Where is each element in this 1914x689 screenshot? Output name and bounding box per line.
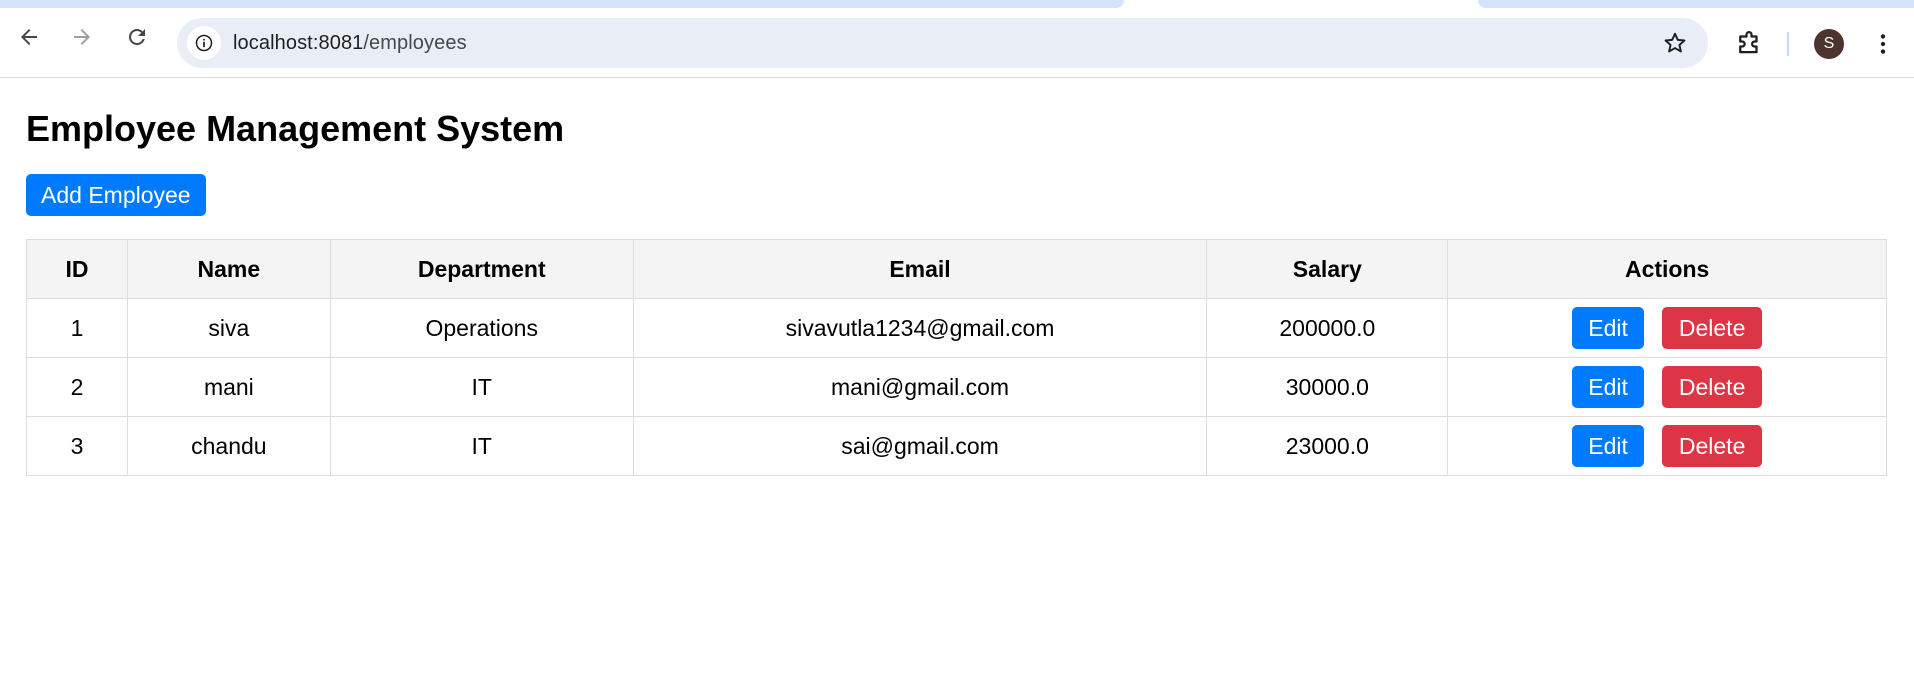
cell-name: mani: [126, 357, 331, 417]
column-header-name: Name: [126, 239, 331, 299]
url-host: localhost:8081: [233, 31, 364, 54]
site-info-button[interactable]: [187, 26, 221, 60]
cell-salary: 23000.0: [1206, 416, 1449, 476]
edit-button[interactable]: Edit: [1572, 307, 1645, 349]
toolbar-divider: [1787, 32, 1789, 56]
forward-button[interactable]: [65, 20, 99, 54]
tab-strip: [0, 0, 1914, 8]
cell-name: chandu: [126, 416, 331, 476]
cell-salary: 200000.0: [1206, 298, 1449, 358]
cell-email: mani@gmail.com: [632, 357, 1208, 417]
arrow-right-icon: [74, 29, 90, 45]
info-icon: [195, 34, 213, 52]
employee-table: ID Name Department Email Salary Actions …: [26, 239, 1887, 476]
table-body: 1 siva Operations sivavutla1234@gmail.co…: [26, 298, 1887, 476]
arrow-left-icon: [21, 29, 37, 45]
cell-salary: 30000.0: [1206, 357, 1449, 417]
add-employee-button[interactable]: Add Employee: [26, 174, 206, 216]
tab-strip-background: [0, 0, 1124, 8]
delete-button[interactable]: Delete: [1662, 425, 1763, 467]
cell-actions: Edit Delete: [1447, 298, 1887, 358]
table-header-row: ID Name Department Email Salary Actions: [26, 239, 1887, 299]
browser-toolbar: localhost:8081/employees S: [0, 8, 1914, 78]
cell-email: sivavutla1234@gmail.com: [632, 298, 1208, 358]
cell-department: Operations: [329, 298, 634, 358]
table-row: 3 chandu IT sai@gmail.com 23000.0 Edit De…: [26, 416, 1887, 476]
tab-strip-background-right: [1478, 0, 1914, 8]
page-content: Employee Management System Add Employee …: [26, 78, 1888, 476]
url-path: /employees: [363, 31, 467, 54]
kebab-menu-icon: [1880, 34, 1886, 54]
back-button[interactable]: [12, 20, 46, 54]
address-bar[interactable]: localhost:8081/employees: [177, 18, 1708, 68]
cell-actions: Edit Delete: [1447, 357, 1887, 417]
cell-department: IT: [329, 357, 634, 417]
column-header-salary: Salary: [1206, 239, 1449, 299]
url-text[interactable]: localhost:8081/employees: [233, 32, 467, 55]
cell-actions: Edit Delete: [1447, 416, 1887, 476]
delete-button[interactable]: Delete: [1662, 366, 1763, 408]
cell-id: 3: [26, 416, 128, 476]
puzzle-icon: [1739, 31, 1758, 54]
edit-button[interactable]: Edit: [1572, 366, 1645, 408]
profile-avatar[interactable]: S: [1814, 29, 1844, 59]
page-title: Employee Management System: [26, 108, 565, 149]
cell-email: sai@gmail.com: [632, 416, 1208, 476]
column-header-actions: Actions: [1447, 239, 1887, 299]
cell-id: 1: [26, 298, 128, 358]
edit-button[interactable]: Edit: [1572, 425, 1645, 467]
column-header-id: ID: [26, 239, 128, 299]
extensions-button[interactable]: [1734, 29, 1764, 59]
bookmark-button[interactable]: [1662, 30, 1688, 56]
delete-button[interactable]: Delete: [1662, 307, 1763, 349]
star-icon: [1664, 32, 1686, 53]
column-header-department: Department: [329, 239, 634, 299]
table-row: 2 mani IT mani@gmail.com 30000.0 Edit Del…: [26, 357, 1887, 417]
browser-menu-button[interactable]: [1868, 29, 1898, 59]
reload-button[interactable]: [120, 20, 154, 54]
column-header-email: Email: [632, 239, 1208, 299]
table-row: 1 siva Operations sivavutla1234@gmail.co…: [26, 298, 1887, 358]
reload-icon: [129, 28, 145, 45]
table-header: ID Name Department Email Salary Actions: [26, 239, 1887, 299]
cell-name: siva: [126, 298, 331, 358]
cell-department: IT: [329, 416, 634, 476]
cell-id: 2: [26, 357, 128, 417]
